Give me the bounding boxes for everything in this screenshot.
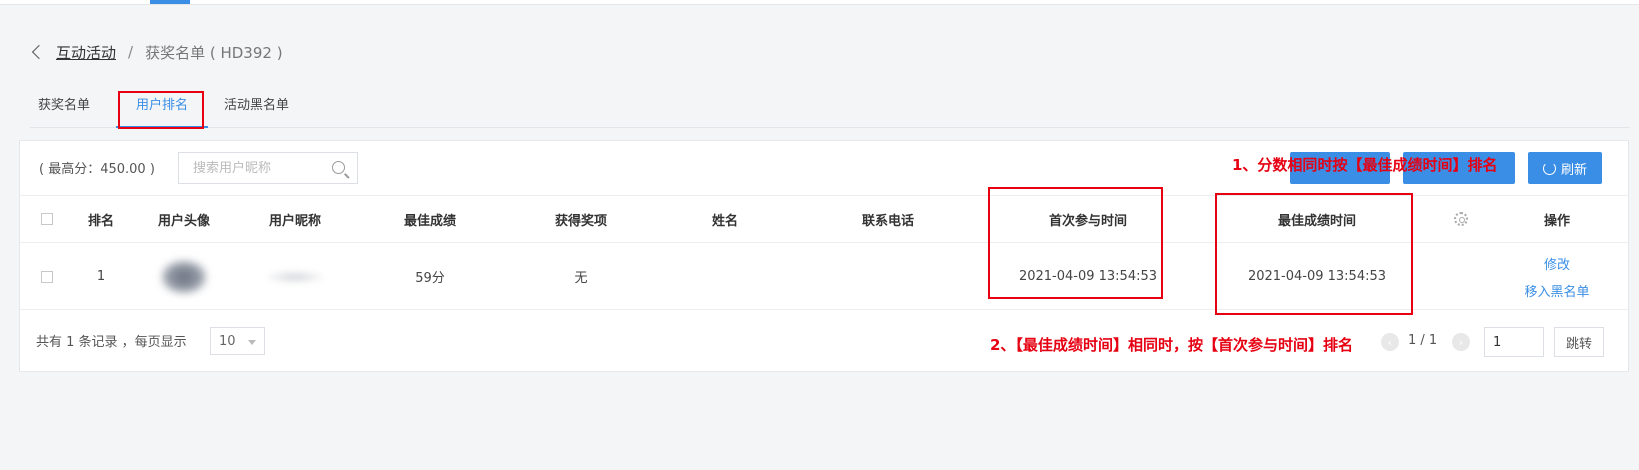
tab-user-ranking[interactable]: 用户排名 bbox=[116, 94, 208, 128]
search-icon[interactable] bbox=[332, 161, 345, 174]
row-rank: 1 bbox=[96, 269, 106, 284]
breadcrumb: 互动活动 / 获奖名单 ( HD392 ) bbox=[30, 41, 283, 63]
search-box bbox=[178, 152, 358, 184]
select-all-checkbox[interactable] bbox=[41, 213, 53, 225]
blurred-nickname bbox=[265, 269, 325, 284]
header-phone: 联系电话 bbox=[861, 213, 914, 229]
header-avatar: 用户头像 bbox=[157, 213, 210, 229]
table-header: 排名 用户头像 用户昵称 最佳成绩 获得奖项 姓名 联系电话 首次参与时间 最佳… bbox=[20, 195, 1628, 243]
row-phone bbox=[798, 244, 978, 309]
header-select-cell bbox=[20, 196, 74, 242]
next-page-icon[interactable]: › bbox=[1452, 333, 1470, 351]
refresh-button[interactable]: 刷新 bbox=[1528, 152, 1602, 184]
header-prize: 获得奖项 bbox=[554, 213, 607, 229]
top-nav-active-indicator bbox=[150, 0, 190, 4]
table-row: 1 59分 无 2021-04-09 13:54:53 2021-04-09 1… bbox=[20, 244, 1628, 310]
refresh-icon bbox=[1542, 161, 1556, 175]
row-nickname-cell bbox=[240, 244, 350, 309]
nickname-search-input[interactable] bbox=[179, 153, 319, 183]
tab-blacklist[interactable]: 活动黑名单 bbox=[224, 94, 289, 128]
row-avatar-cell bbox=[128, 244, 240, 309]
header-best-time: 最佳成绩时间 bbox=[1277, 213, 1356, 229]
header-best-score: 最佳成绩 bbox=[403, 213, 456, 229]
annotation-note-1: 1、分数相同时按【最佳成绩时间】排名 bbox=[1232, 156, 1498, 174]
row-prize: 无 bbox=[574, 271, 588, 286]
max-score-label: ( 最高分：450.00 ) bbox=[39, 162, 155, 177]
top-nav-strip bbox=[0, 0, 1639, 5]
breadcrumb-current: 获奖名单 ( HD392 ) bbox=[145, 43, 283, 62]
column-settings-cell bbox=[1436, 196, 1486, 242]
jump-button[interactable]: 跳转 bbox=[1554, 327, 1604, 357]
back-arrow-icon[interactable] bbox=[31, 44, 47, 60]
breadcrumb-separator: / bbox=[128, 43, 134, 61]
move-to-blacklist-link[interactable]: 移入黑名单 bbox=[1524, 281, 1589, 300]
page-info: 1 / 1 bbox=[1408, 333, 1438, 348]
breadcrumb-parent-link[interactable]: 互动活动 bbox=[56, 42, 116, 63]
refresh-label: 刷新 bbox=[1560, 162, 1587, 178]
header-first-time: 首次参与时间 bbox=[1048, 213, 1127, 229]
row-best-score: 59分 bbox=[415, 271, 445, 286]
row-checkbox[interactable] bbox=[41, 270, 53, 283]
page-size-select[interactable]: 10 bbox=[210, 327, 265, 355]
tab-winner-list[interactable]: 获奖名单 bbox=[38, 94, 90, 128]
row-select-cell bbox=[20, 244, 74, 309]
tab-bar: 获奖名单 用户排名 活动黑名单 bbox=[30, 94, 1629, 128]
page-size-value: 10 bbox=[219, 333, 236, 349]
prev-page-icon[interactable]: ‹ bbox=[1381, 333, 1399, 351]
gear-icon[interactable] bbox=[1454, 212, 1468, 226]
header-name: 姓名 bbox=[711, 213, 738, 229]
row-first-time: 2021-04-09 13:54:53 bbox=[1018, 269, 1158, 284]
page-jump-input[interactable] bbox=[1485, 328, 1543, 356]
header-ops: 操作 bbox=[1543, 213, 1570, 229]
page-jump-field bbox=[1484, 327, 1544, 357]
header-rank: 排名 bbox=[87, 213, 114, 229]
total-records-label: 共有 1 条记录 ，每页显示 bbox=[36, 335, 187, 350]
edit-link[interactable]: 修改 bbox=[1544, 254, 1570, 273]
avatar bbox=[161, 259, 207, 294]
header-nickname: 用户昵称 bbox=[268, 213, 321, 229]
annotation-note-2: 2、【最佳成绩时间】相同时，按【首次参与时间】排名 bbox=[990, 336, 1353, 354]
row-name bbox=[652, 244, 798, 309]
row-best-time: 2021-04-09 13:54:53 bbox=[1247, 269, 1387, 284]
row-ops-cell: 修改 移入黑名单 bbox=[1486, 244, 1628, 309]
chevron-down-icon bbox=[248, 340, 256, 345]
